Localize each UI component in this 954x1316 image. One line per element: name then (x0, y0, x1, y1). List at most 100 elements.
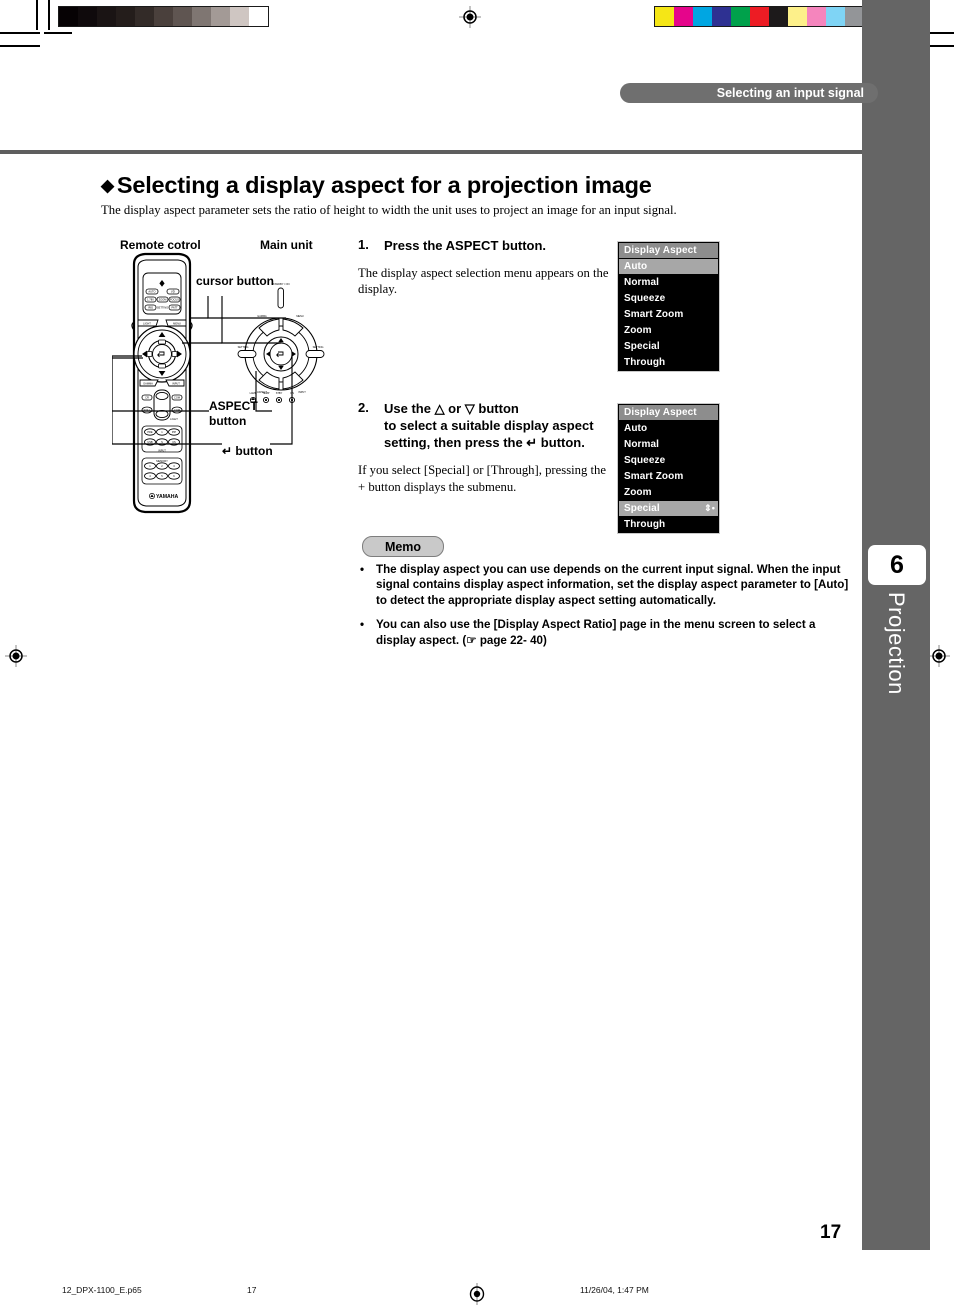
osd-1-item-through[interactable]: Through (619, 355, 718, 370)
color-bar-swatch-9 (826, 7, 845, 26)
osd-item-label: Auto (624, 261, 648, 272)
step-2-heading-line3: setting, then press the ↵ button. (384, 435, 585, 451)
osd-menu-display-aspect-ratio-step1: Display Aspect RatioAuto Normal Squeeze Sma… (617, 241, 720, 372)
svg-text:AUTO: AUTO (148, 290, 155, 294)
footer-timestamp: 11/26/04, 1:47 PM (580, 1285, 649, 1295)
step-1-heading: Press the ASPECT button. (384, 238, 547, 253)
registration-mark-right (928, 645, 950, 667)
osd-2-item-zoom[interactable]: Zoom (619, 485, 718, 500)
crop-mark-top-left-h (0, 32, 40, 34)
header-divider (0, 150, 862, 154)
color-bar-swatch-7 (788, 7, 807, 26)
grayscale-calibration-strip (58, 6, 269, 27)
registration-mark-top (459, 6, 481, 28)
svg-text:LIGHT: LIGHT (170, 417, 178, 421)
svg-text:I/Ⓞ: I/Ⓞ (171, 290, 175, 294)
memo-bullet-icon: • (360, 563, 365, 576)
color-bar-swatch-4 (731, 7, 750, 26)
osd-item-label: Through (624, 519, 666, 530)
gray-wedge-swatch-1 (78, 7, 97, 26)
osd-item-label: Normal (624, 439, 660, 450)
osd-item-label: Special (624, 503, 660, 514)
osd-item-label: Normal (624, 277, 660, 288)
gray-wedge-swatch-7 (192, 7, 211, 26)
chapter-number-tab: 6 (868, 545, 926, 585)
osd-2-item-special[interactable]: Special ⇕• (619, 501, 718, 516)
svg-text:MENU: MENU (296, 315, 304, 318)
color-bar-swatch-8 (807, 7, 826, 26)
osd-item-label: Squeeze (624, 293, 666, 304)
osd-2-item-normal[interactable]: Normal (619, 437, 718, 452)
gray-wedge-swatch-5 (154, 7, 173, 26)
svg-text:FOCUS: FOCUS (170, 298, 179, 302)
osd-2-item-squeeze[interactable]: Squeeze (619, 453, 718, 468)
svg-text:SETTING: SETTING (313, 346, 324, 349)
step-2: 2. Use the △ or ▽ button to select a sui… (358, 400, 610, 495)
osd-item-label: Smart Zoom (624, 309, 684, 320)
osd-item-adjust-indicator-icon: ⇕• (704, 503, 715, 513)
running-head-text: Selecting an input signal (716, 86, 864, 100)
svg-text:COM: COM (174, 408, 180, 412)
osd-1-item-special[interactable]: Special (619, 339, 718, 354)
svg-text:PATT: PATT (171, 306, 178, 310)
memo-bullet-icon: • (360, 618, 365, 632)
registration-mark-bottom (469, 1283, 485, 1305)
svg-text:−: − (144, 353, 147, 359)
osd-1-item-smart-zoom[interactable]: Smart Zoom (619, 307, 718, 322)
crop-mark-top-left-h3 (44, 32, 72, 34)
svg-text:PIP: PIP (172, 430, 176, 434)
registration-mark-left (5, 645, 27, 667)
memo-item: • You can also use the [Display Aspect Ra… (360, 617, 852, 648)
svg-text:IRIS: IRIS (148, 306, 153, 310)
osd-1-item-auto[interactable]: Auto (619, 259, 718, 274)
footer-filename: 12_DPX-1100_E.p65 (62, 1285, 142, 1295)
color-bar-swatch-6 (769, 7, 788, 26)
step-1: 1. Press the ASPECT button. The display … (358, 237, 610, 298)
footer-page: 17 (247, 1285, 257, 1295)
osd-2-item-auto[interactable]: Auto (619, 421, 718, 436)
memo-item: • The display aspect you can use depends … (360, 562, 852, 608)
gray-wedge-swatch-9 (230, 7, 249, 26)
osd-2-item-through[interactable]: Through (619, 517, 718, 532)
step-2-heading-line1: Use the △ or ▽ button (384, 401, 519, 416)
osd-item-label: Zoom (624, 487, 652, 498)
svg-text:STBY: STBY (276, 392, 283, 395)
osd-item-label: Squeeze (624, 455, 666, 466)
remote-and-main-unit-illustration: − + YAMAHA AUTO I/Ⓞ 1.78X ZOOM FOCUS IRIS SE… (112, 252, 325, 514)
step-2-heading-line2: to select a suitable display aspect (384, 418, 594, 434)
step-1-body: The display aspect selection menu appear… (358, 266, 609, 297)
svg-text:1.78X: 1.78X (147, 298, 154, 302)
gray-wedge-swatch-8 (211, 7, 230, 26)
memo-label: Memo (362, 536, 444, 557)
crop-mark-top-left-v (36, 0, 38, 30)
gray-wedge-swatch-3 (116, 7, 135, 26)
gray-wedge-swatch-2 (97, 7, 116, 26)
step-2-number: 2. (358, 400, 369, 415)
osd-2-item-smart-zoom[interactable]: Smart Zoom (619, 469, 718, 484)
osd-item-label: Auto (624, 423, 648, 434)
memo-item-text: The display aspect you can use depends o… (376, 563, 849, 607)
osd-1-item-zoom[interactable]: Zoom (619, 323, 718, 338)
gray-wedge-swatch-4 (135, 7, 154, 26)
page-title: ◆ Selecting a display aspect for a projec… (101, 172, 652, 199)
chapter-name-label: Projection (884, 592, 909, 695)
step-2-body: If you select [Special] or [Through], pr… (358, 463, 607, 494)
osd-item-label: Through (624, 357, 666, 368)
svg-text:GAMMA: GAMMA (143, 382, 153, 386)
gray-wedge-swatch-0 (59, 7, 78, 26)
color-calibration-strip (654, 6, 865, 27)
crop-mark-top-left-h2 (0, 45, 40, 47)
step-2-heading: Use the △ or ▽ button to select a suitab… (384, 400, 610, 451)
color-bar-swatch-0 (655, 7, 674, 26)
svg-text:STILL: STILL (144, 408, 151, 412)
osd-1-item-squeeze[interactable]: Squeeze (619, 291, 718, 306)
svg-text:SETTING: SETTING (157, 306, 168, 310)
svg-text:LIGHT: LIGHT (143, 322, 151, 326)
page-number: 17 (820, 1222, 842, 1243)
gray-wedge-swatch-10 (249, 7, 268, 26)
osd-menu-display-aspect-ratio-step2: Display Aspect RatioAuto Normal Squeeze Sma… (617, 403, 720, 534)
osd-1-item-normal[interactable]: Normal (619, 275, 718, 290)
memo-item-text: You can also use the [Display Aspect Rat… (376, 618, 816, 647)
osd-1-title: Display Aspect Ratio (619, 243, 718, 271)
svg-text:SETTING: SETTING (238, 346, 249, 349)
